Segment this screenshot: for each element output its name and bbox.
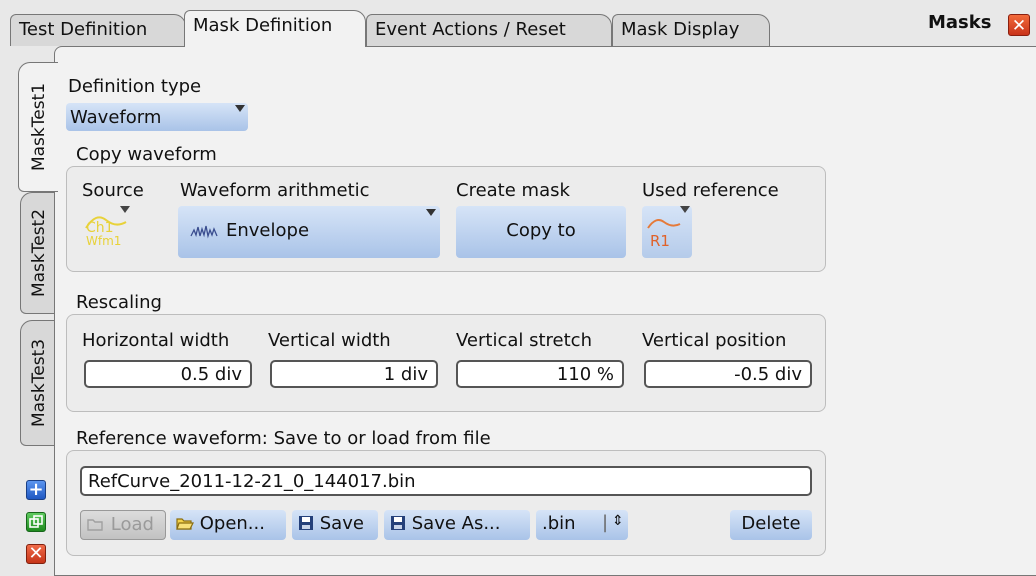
tab-mask-definition[interactable]: Mask Definition (184, 10, 366, 47)
used-reference-selector[interactable]: R1 (642, 206, 692, 258)
vertical-width-label: Vertical width (268, 330, 391, 351)
create-mask-label: Create mask (456, 180, 570, 201)
floppy-icon (391, 516, 405, 530)
save-button[interactable]: Save (292, 510, 378, 540)
waveform-arithmetic-select[interactable]: Envelope (178, 206, 440, 258)
tab-label: Test Definition (19, 19, 148, 40)
tab-label: Event Actions / Reset (375, 19, 566, 40)
open-button[interactable]: Open... (170, 510, 286, 540)
dialog-title: Masks (928, 12, 992, 33)
floppy-icon (299, 516, 313, 530)
reference-waveform-label: Reference waveform: Save to or load from… (76, 428, 491, 449)
definition-type-value: Waveform (70, 107, 162, 128)
source-label: Source (82, 180, 144, 201)
delete-button[interactable]: Delete (730, 510, 812, 540)
waveform-icon: Ch1 Wfm1 (84, 210, 128, 256)
plus-icon[interactable]: + (26, 480, 46, 500)
rescaling-label: Rescaling (76, 292, 162, 313)
load-button[interactable]: Load (80, 510, 166, 540)
save-as-label: Save As... (411, 513, 501, 534)
reference-waveform-icon (647, 219, 681, 229)
folder-open-icon (176, 518, 194, 530)
waveform-arithmetic-value: Envelope (226, 220, 310, 241)
save-label: Save (319, 513, 364, 534)
horizontal-width-label: Horizontal width (82, 330, 230, 351)
tab-test-definition[interactable]: Test Definition (10, 14, 186, 46)
envelope-icon (190, 225, 218, 239)
reference-icon-text: R1 (650, 232, 670, 250)
side-tab-label: MaskTest2 (28, 208, 49, 298)
open-label: Open... (199, 513, 265, 534)
chevron-down-icon (120, 206, 130, 213)
source-icon-text-wfm: Wfm1 (86, 234, 122, 248)
file-format-value: .bin (542, 513, 576, 534)
tab-label: Mask Display (621, 19, 740, 40)
reference-filename-field[interactable]: RefCurve_2011-12-21_0_144017.bin (80, 466, 812, 496)
spinner-icon: ⇕ (612, 513, 624, 529)
format-divider: | (602, 512, 609, 533)
tab-label: Mask Definition (193, 15, 333, 36)
folder-icon (87, 519, 103, 531)
side-tab-label: MaskTest3 (28, 338, 49, 428)
chevron-down-icon (426, 209, 436, 216)
source-selector[interactable]: Ch1 Wfm1 (84, 206, 130, 258)
close-icon[interactable]: ✕ (1008, 14, 1030, 36)
side-tab-masktest2[interactable]: MaskTest2 (20, 192, 56, 314)
side-tab-label: MaskTest1 (28, 82, 49, 172)
save-as-button[interactable]: Save As... (384, 510, 530, 540)
close-icon[interactable]: ✕ (26, 544, 46, 564)
tab-event-actions[interactable]: Event Actions / Reset (366, 14, 612, 46)
waveform-arithmetic-label: Waveform arithmetic (180, 180, 370, 201)
definition-type-select[interactable]: Waveform (66, 103, 248, 131)
copy-waveform-label: Copy waveform (76, 144, 217, 165)
vertical-stretch-label: Vertical stretch (456, 330, 592, 351)
vertical-width-field[interactable]: 1 div (270, 360, 438, 388)
chevron-down-icon (235, 105, 245, 112)
load-label: Load (110, 514, 154, 535)
used-reference-label: Used reference (642, 180, 779, 201)
tab-mask-display[interactable]: Mask Display (612, 14, 770, 46)
file-format-select[interactable]: .bin | ⇕ (536, 510, 628, 540)
vertical-position-label: Vertical position (642, 330, 787, 351)
vertical-position-field[interactable]: -0.5 div (644, 360, 812, 388)
copy-icon[interactable] (26, 512, 46, 532)
side-tab-masktest3[interactable]: MaskTest3 (20, 320, 56, 446)
vertical-stretch-field[interactable]: 110 % (456, 360, 624, 388)
definition-type-label: Definition type (68, 76, 202, 97)
side-tab-masktest1[interactable]: MaskTest1 (18, 62, 58, 192)
chevron-down-icon (680, 206, 690, 213)
copy-to-button[interactable]: Copy to (456, 206, 626, 258)
horizontal-width-field[interactable]: 0.5 div (84, 360, 252, 388)
